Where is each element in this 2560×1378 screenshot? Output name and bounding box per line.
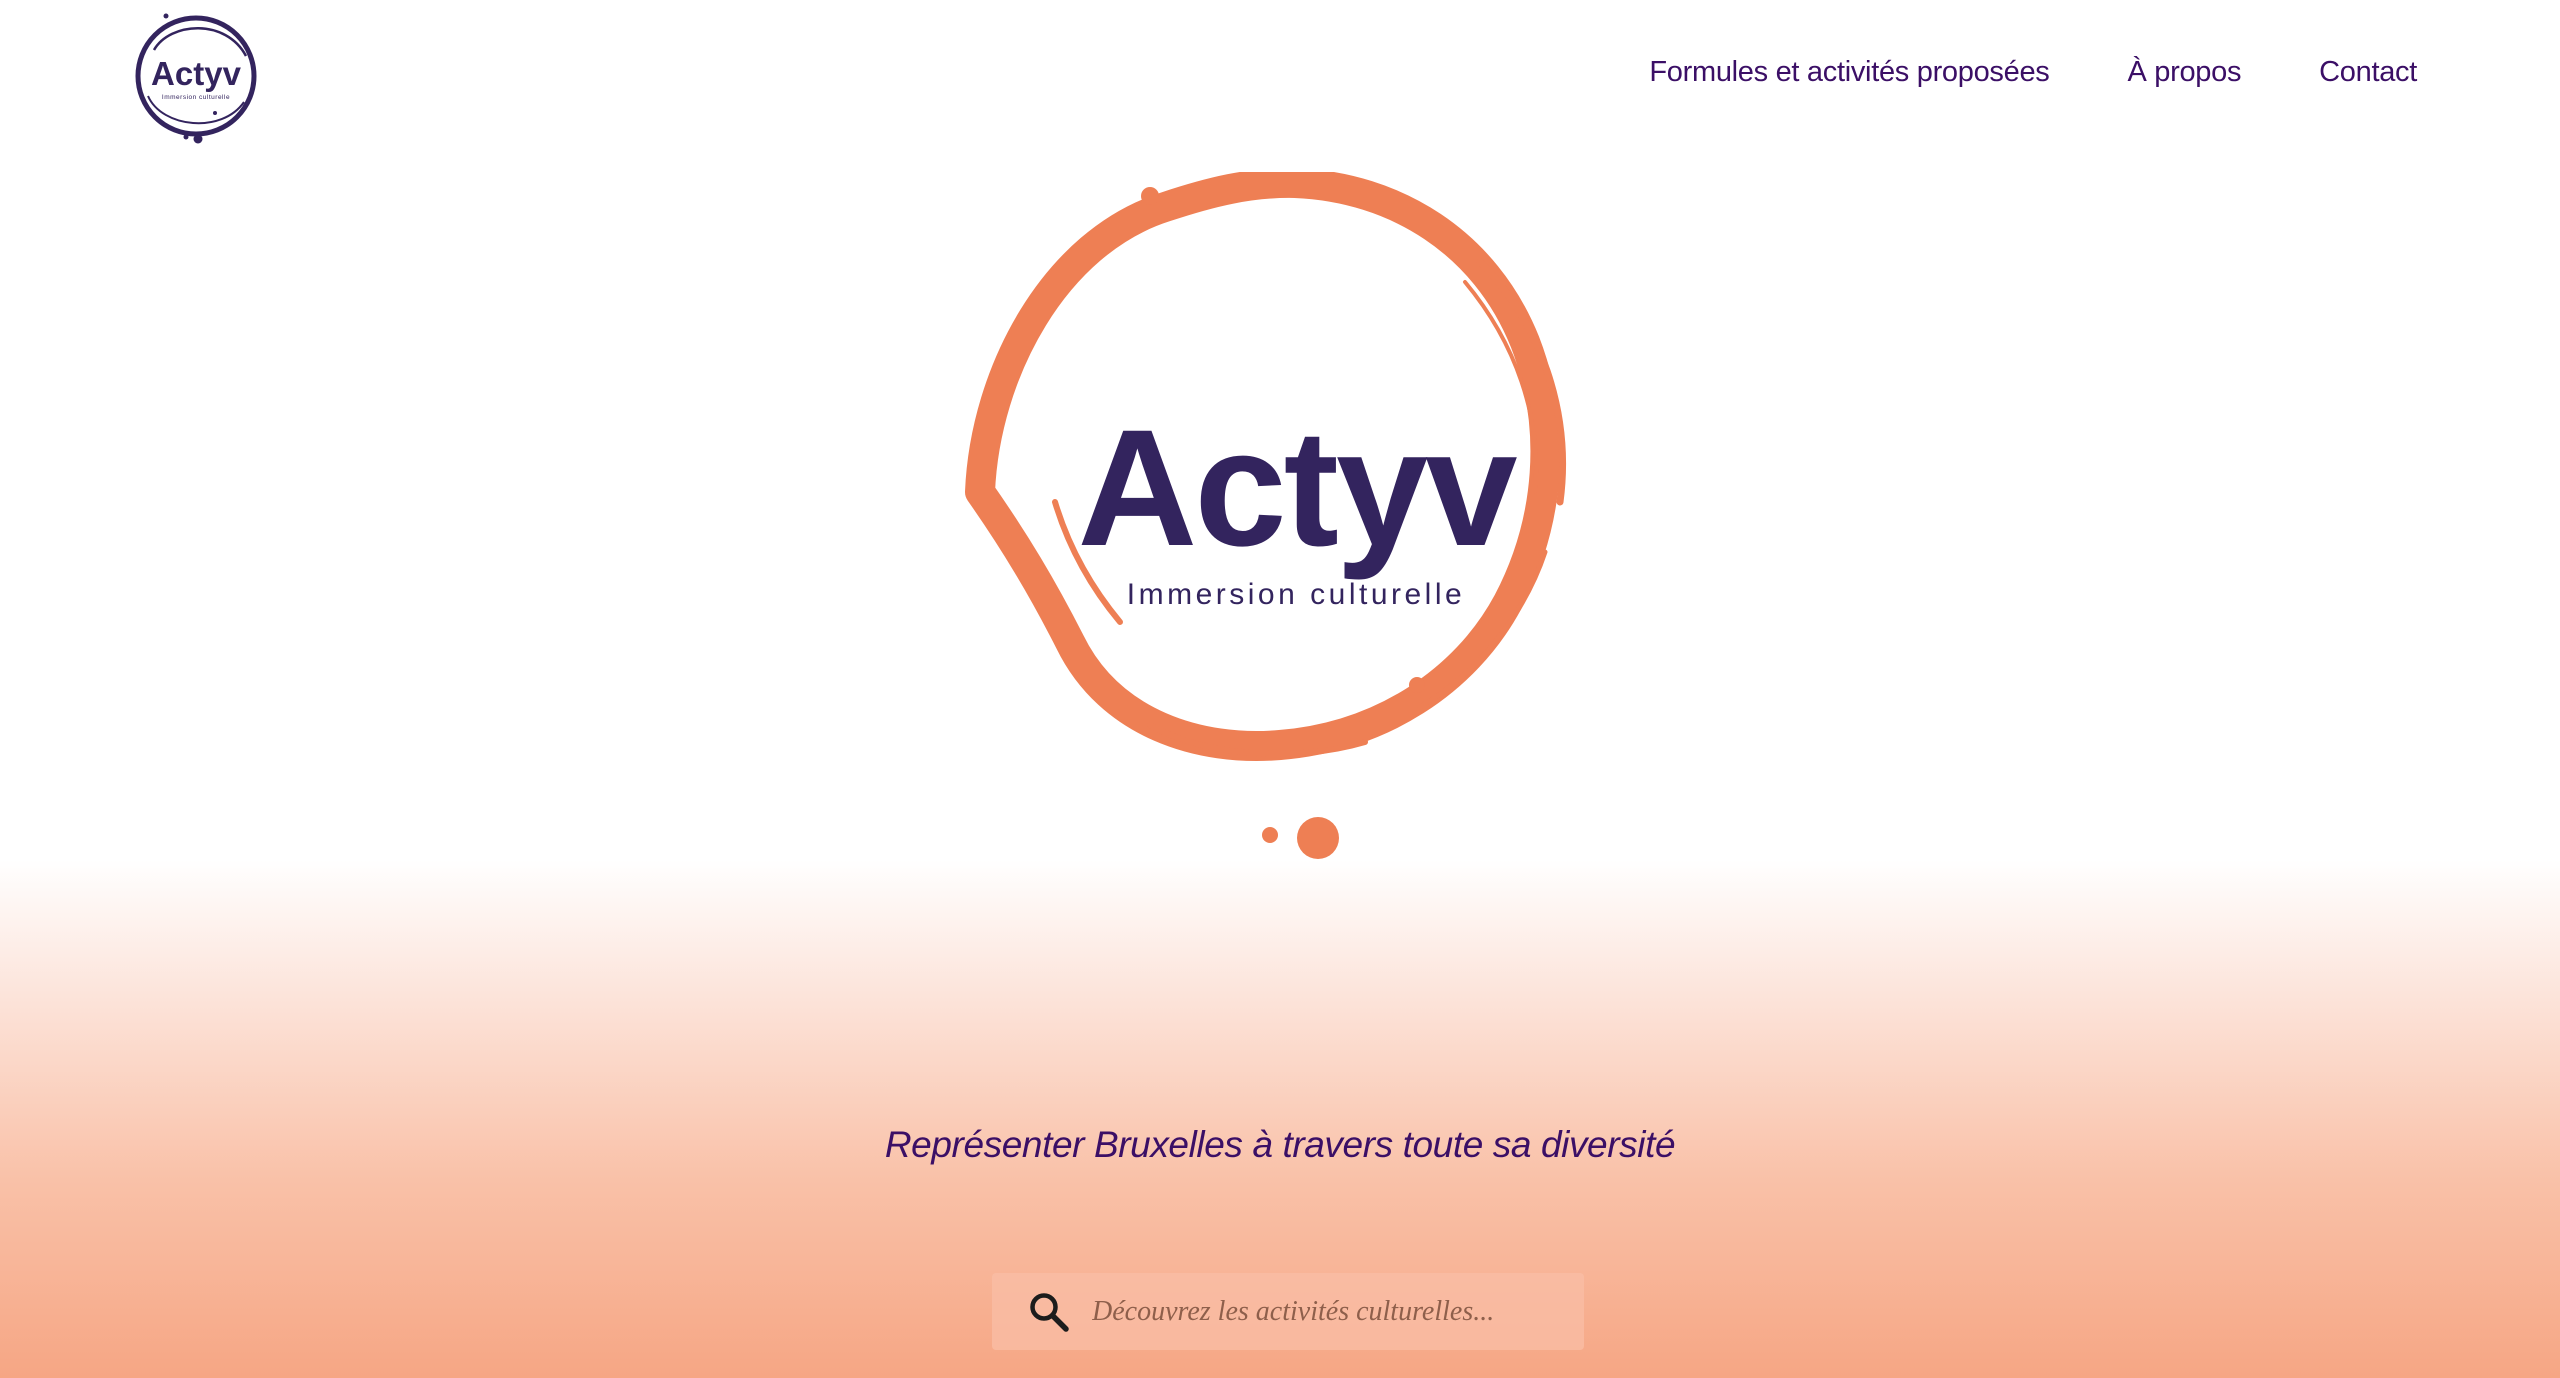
search-icon[interactable] <box>1026 1289 1072 1335</box>
nav-item-a-propos[interactable]: À propos <box>2127 56 2241 89</box>
main-nav: Formules et activités proposées À propos… <box>1649 56 2417 89</box>
nav-item-formules[interactable]: Formules et activités proposées <box>1649 56 2049 89</box>
hero-tagline: Représenter Bruxelles à travers toute sa… <box>884 1124 1676 1165</box>
site-header: Actyv Immersion culturelle Formules et a… <box>0 0 2560 160</box>
search-bar[interactable] <box>992 1273 1584 1350</box>
hero-logo-wordmark: Actyv <box>1077 396 1517 581</box>
small-logo-subtitle: Immersion culturelle <box>162 94 230 101</box>
nav-item-contact[interactable]: Contact <box>2319 56 2417 89</box>
hero-logo: Actyv Immersion culturelle <box>965 172 1566 859</box>
small-logo-wordmark: Actyv <box>151 55 242 92</box>
small-logo: Actyv Immersion culturelle <box>135 13 257 144</box>
hero-logo-subtitle: Immersion culturelle <box>1127 578 1465 611</box>
search-input[interactable] <box>1090 1280 1564 1343</box>
